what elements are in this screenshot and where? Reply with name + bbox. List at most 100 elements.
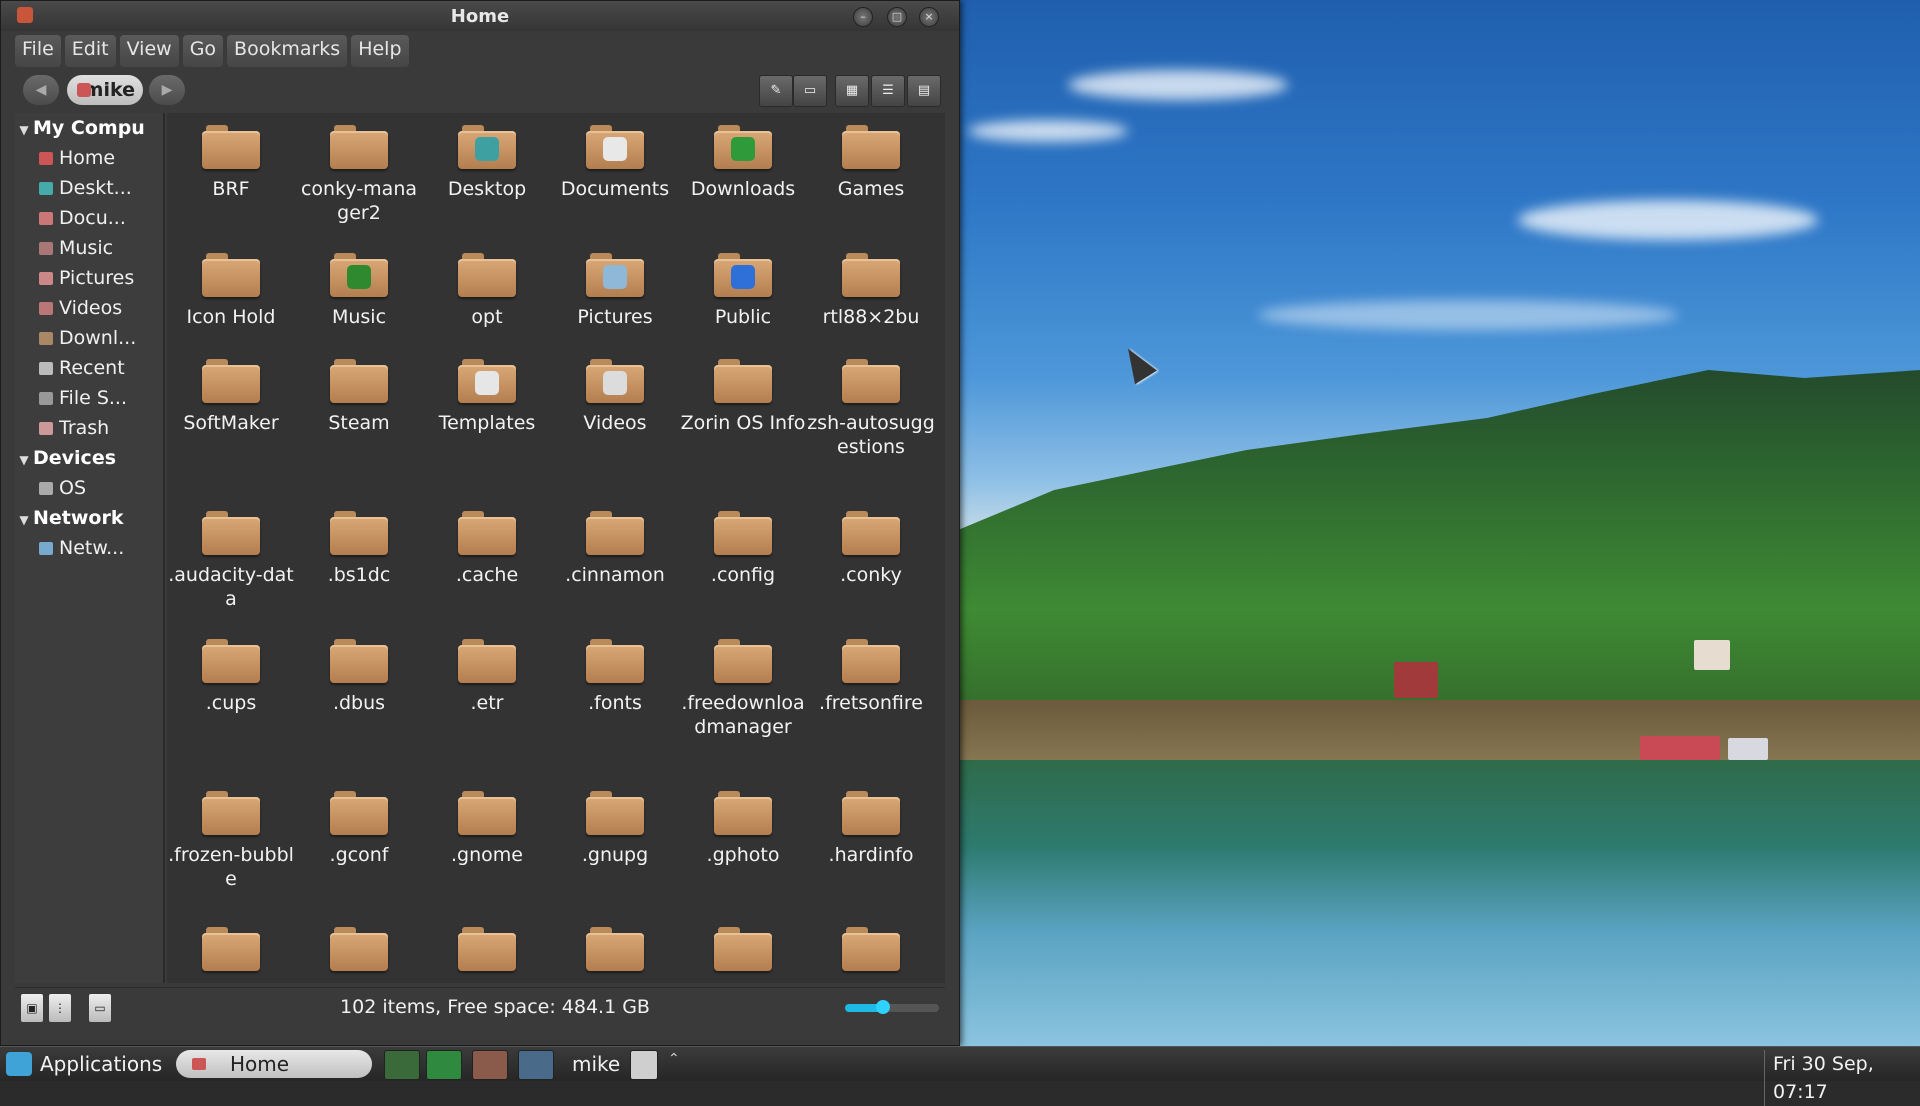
sidebar-section-my-computer[interactable]: ▼ My Compu [15, 117, 144, 145]
toolbar: ◀ mike ▶ ✎ ▭ ▦ ☰ ▤ [21, 73, 941, 107]
folder-item[interactable]: .hardinfo [807, 789, 935, 867]
folder-item[interactable]: .conky [807, 509, 935, 587]
sidebar-item-home[interactable]: Home [33, 147, 163, 175]
folder-item[interactable]: .audacity-data [167, 509, 295, 611]
chevron-up-icon[interactable]: ⌃ [668, 1051, 680, 1067]
title-bar[interactable]: Home – □ × [1, 1, 959, 31]
folder-item[interactable]: BRF [167, 123, 295, 201]
minimize-button[interactable]: – [853, 7, 873, 27]
folder-item[interactable]: .frozen-bubble [167, 789, 295, 891]
folder-item[interactable]: .gnupg [551, 789, 679, 867]
sidebar-item-os[interactable]: OS [33, 477, 163, 505]
back-button[interactable]: ◀ [23, 75, 59, 105]
menu-view[interactable]: View [119, 35, 179, 67]
clock[interactable]: Fri 30 Sep, 07:17 [1764, 1050, 1920, 1106]
folder-item[interactable]: .freedownloadmanager [679, 637, 807, 739]
folder-item[interactable]: .config [679, 509, 807, 587]
launcher-settings-icon[interactable] [384, 1050, 420, 1080]
folder-item[interactable]: Videos [551, 357, 679, 435]
show-treeview-button[interactable]: ⋮ [49, 994, 71, 1022]
user-name[interactable]: mike [572, 1050, 620, 1078]
breadcrumb-home[interactable]: mike [67, 75, 143, 105]
launcher-terminal-icon[interactable] [426, 1050, 462, 1080]
folder-item[interactable]: Downloads [679, 123, 807, 201]
close-button[interactable]: × [919, 7, 939, 27]
folder-icon [330, 509, 388, 557]
launcher-archive-icon[interactable] [472, 1050, 508, 1080]
folder-label: .etr [470, 692, 504, 714]
maximize-button[interactable]: □ [887, 7, 907, 27]
folder-item[interactable]: .etr [423, 637, 551, 715]
zoom-slider-handle[interactable] [875, 1000, 890, 1014]
toggle-path-bar-button[interactable]: ▭ [793, 75, 827, 107]
sidebar-item-network[interactable]: Netw... [33, 537, 163, 565]
sidebar-splitter[interactable] [163, 113, 165, 983]
folder-item[interactable]: .cinnamon [551, 509, 679, 587]
forward-button[interactable]: ▶ [149, 75, 185, 105]
folder-item[interactable]: zsh-autosuggestions [807, 357, 935, 459]
taskbar-window-home[interactable]: Home [176, 1050, 372, 1078]
toggle-location-entry-button[interactable]: ✎ [759, 75, 793, 107]
sidebar-item-trash[interactable]: Trash [33, 417, 163, 445]
folder-item[interactable]: .gnome [423, 789, 551, 867]
folder-icon [458, 251, 516, 299]
folder-item[interactable]: SoftMaker [167, 357, 295, 435]
folder-item[interactable] [551, 925, 679, 979]
sidebar-item-recent[interactable]: Recent [33, 357, 163, 385]
show-places-button[interactable]: ▣ [21, 994, 43, 1022]
folder-item[interactable]: Icon Hold [167, 251, 295, 329]
sidebar-item-videos[interactable]: Videos [33, 297, 163, 325]
menu-go[interactable]: Go [182, 35, 224, 67]
folder-item[interactable]: conky-manager2 [295, 123, 423, 225]
folder-item[interactable]: .cache [423, 509, 551, 587]
sidebar-section-devices[interactable]: ▼ Devices [15, 447, 116, 475]
downloads-icon [39, 332, 53, 345]
folder-item[interactable]: rtl88×2bu [807, 251, 935, 329]
list-view-button[interactable]: ☰ [871, 75, 905, 107]
folder-item[interactable]: Public [679, 251, 807, 329]
sidebar-item-music[interactable]: Music [33, 237, 163, 265]
folder-item[interactable] [679, 925, 807, 979]
folder-item[interactable] [167, 925, 295, 979]
folder-item[interactable]: Steam [295, 357, 423, 435]
sidebar-item-pictures[interactable]: Pictures [33, 267, 163, 295]
menu-bookmarks[interactable]: Bookmarks [227, 35, 348, 67]
folder-item[interactable]: .dbus [295, 637, 423, 715]
folder-item[interactable]: Zorin OS Info [679, 357, 807, 435]
menu-edit[interactable]: Edit [64, 35, 116, 67]
sidebar-section-network[interactable]: ▼ Network [15, 507, 123, 535]
sidebar-item-file-system[interactable]: File S... [33, 387, 163, 415]
taskbar: Applications Home mike ⌃ Fri 30 Sep, 07:… [0, 1046, 1920, 1106]
clipboard-icon[interactable] [630, 1050, 658, 1080]
folder-icon [202, 509, 260, 557]
sidebar-item-downloads[interactable]: Downl... [33, 327, 163, 355]
folder-item[interactable] [295, 925, 423, 979]
folder-item[interactable]: Templates [423, 357, 551, 435]
folder-item[interactable]: .fretsonfire [807, 637, 935, 715]
folder-item[interactable]: Music [295, 251, 423, 329]
folder-label: rtl88×2bu [822, 306, 920, 328]
sidebar-item-desktop[interactable]: Deskt... [33, 177, 163, 205]
folder-item[interactable]: .cups [167, 637, 295, 715]
folder-label: Icon Hold [186, 306, 276, 328]
folder-item[interactable]: Games [807, 123, 935, 201]
folder-item[interactable]: .fonts [551, 637, 679, 715]
folder-item[interactable]: Documents [551, 123, 679, 201]
folder-item[interactable]: .gphoto [679, 789, 807, 867]
menu-help[interactable]: Help [351, 35, 409, 67]
folder-item[interactable]: .bs1dc [295, 509, 423, 587]
folder-item[interactable] [423, 925, 551, 979]
folder-item[interactable]: opt [423, 251, 551, 329]
sidebar-item-documents[interactable]: Docu... [33, 207, 163, 235]
folder-item[interactable]: Desktop [423, 123, 551, 201]
folder-item[interactable]: .gconf [295, 789, 423, 867]
menu-file[interactable]: File [15, 35, 61, 67]
folder-item[interactable] [807, 925, 935, 979]
applications-menu-button[interactable]: Applications [6, 1050, 162, 1078]
launcher-info-icon[interactable] [518, 1050, 554, 1080]
zoom-slider[interactable] [845, 1000, 939, 1014]
icon-view-button[interactable]: ▦ [835, 75, 869, 107]
compact-view-button[interactable]: ▤ [907, 75, 941, 107]
hide-sidebar-button[interactable]: ▭ [89, 994, 111, 1022]
folder-item[interactable]: Pictures [551, 251, 679, 329]
